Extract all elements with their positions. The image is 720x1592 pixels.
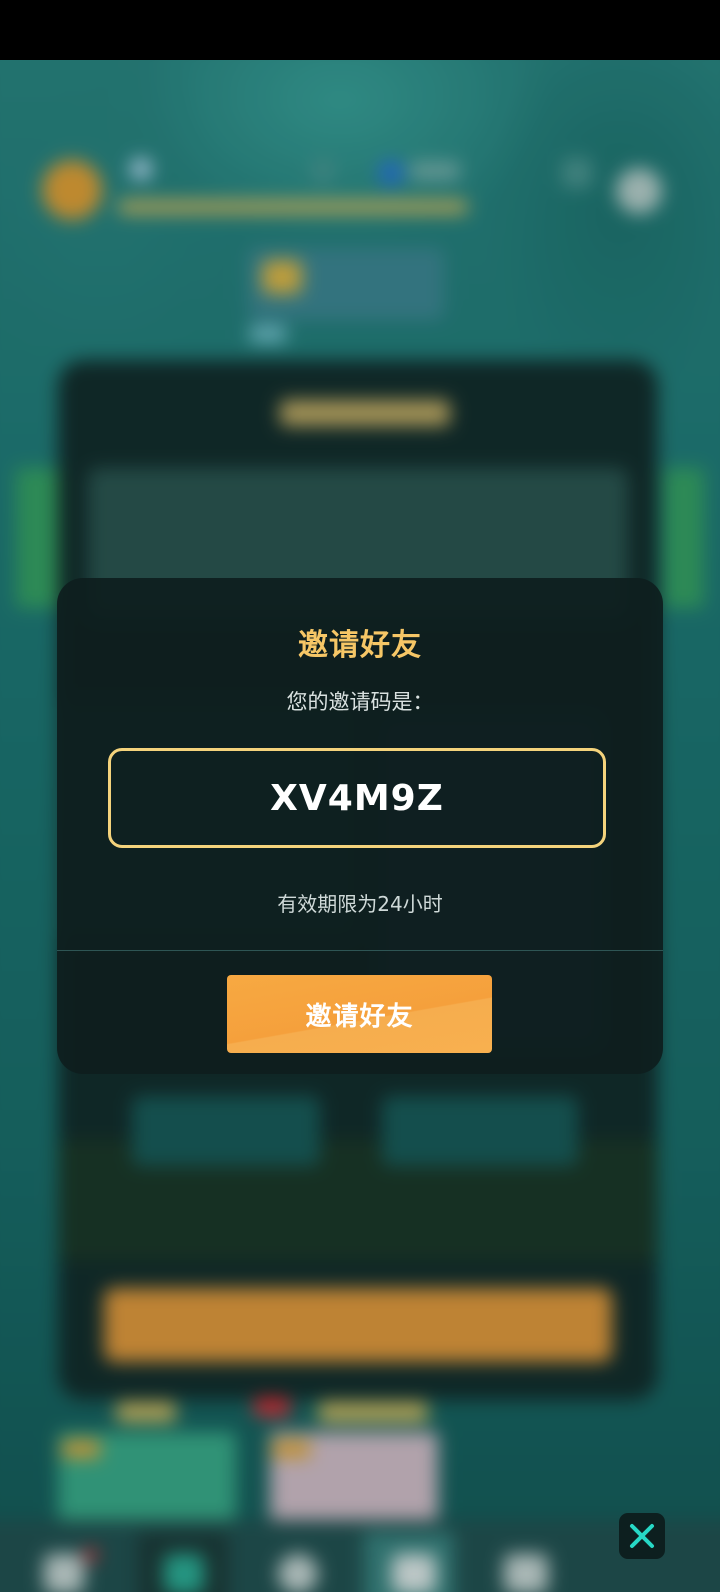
dialog-title: 邀请好友	[298, 628, 422, 663]
invite-friend-dialog: 邀请好友 您的邀请码是： XV4M9Z 有效期限为24小时 邀请好友	[57, 578, 663, 1074]
invite-code-box[interactable]: XV4M9Z	[108, 748, 606, 848]
invite-code: XV4M9Z	[270, 777, 444, 819]
close-icon	[630, 1524, 654, 1548]
close-button[interactable]	[619, 1513, 665, 1559]
divider	[57, 950, 663, 951]
invite-code-label: 您的邀请码是：	[286, 690, 434, 714]
invite-friend-button[interactable]: 邀请好友	[227, 975, 492, 1053]
status-bar	[0, 0, 720, 60]
validity-text: 有效期限为24小时	[277, 892, 443, 916]
